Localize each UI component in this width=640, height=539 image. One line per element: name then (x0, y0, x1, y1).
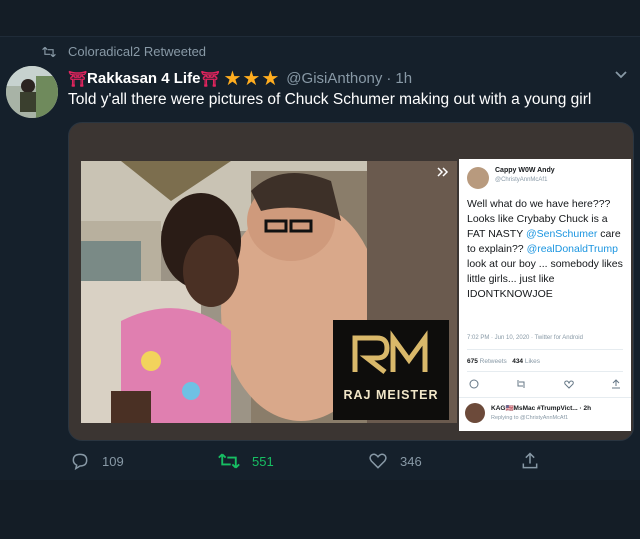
embedded-text: Well what do we have here??? Looks like … (467, 197, 627, 302)
tweet-actions: 109 551 346 (0, 451, 640, 475)
divider (467, 371, 623, 372)
retweet-icon (42, 46, 56, 57)
retweet-button[interactable]: 551 (218, 451, 274, 471)
watermark-brand: RAJ MEISTER (343, 388, 439, 402)
embedded-retweets-label: Retweets (479, 358, 507, 365)
top-bar (0, 0, 640, 36)
embedded-avatar (467, 167, 489, 189)
reply-icon (72, 453, 88, 471)
embedded-likes-label: Likes (524, 358, 541, 365)
torii-emoji: ⛩ (68, 70, 88, 88)
embedded-display-name: Cappy W0W Andy (495, 167, 555, 174)
chevron-down-icon[interactable] (614, 70, 628, 80)
watermark: RAJ MEISTER (333, 320, 449, 420)
like-count: 346 (400, 453, 422, 469)
tweet-text: Told y'all there were pictures of Chuck … (68, 91, 592, 108)
tweet-header: ⛩ Rakkasan 4 Life ⛩ ★★★ @GisiAnthony · 1… (68, 66, 412, 91)
embedded-likes-count: 434 (512, 358, 524, 365)
embedded-text-line: look at our boy ... somebody likes littl… (467, 258, 623, 300)
avatar[interactable] (6, 66, 58, 118)
embedded-tweet: Cappy W0W Andy @ChristyAnnMcAf1 Well wha… (459, 159, 631, 431)
divider (459, 397, 631, 398)
divider (467, 349, 623, 350)
embedded-stats: 675 Retweets 434 Likes (467, 358, 540, 365)
retweet-count: 551 (252, 453, 274, 469)
reply-avatar (465, 403, 485, 423)
star-emojis: ★★★ (223, 68, 281, 90)
embedded-retweets-count: 675 (467, 358, 478, 365)
reply-display-name: KAG🇺🇸MsMac #TrumpVict... (491, 405, 578, 412)
embedded-mention: @SenSchumer (525, 228, 598, 240)
double-chevron-right-icon (437, 167, 449, 177)
reply-context: Replying to @ChristyAnnMcAf1 (491, 415, 569, 421)
retweet-indicator: Coloradical2 Retweeted (42, 44, 206, 59)
reply-time: 2h (583, 405, 592, 412)
photo (81, 161, 367, 423)
reply-button[interactable]: 109 (70, 451, 124, 471)
tweet-media[interactable]: RAJ MEISTER Cappy W0W Andy @ChristyAnnMc… (68, 122, 634, 441)
share-icon (611, 379, 620, 389)
embedded-actions (469, 379, 621, 389)
display-name[interactable]: Rakkasan 4 Life (87, 70, 200, 87)
separator-dot: · (386, 70, 392, 87)
share-button[interactable] (520, 451, 552, 471)
retweet-icon (517, 380, 525, 388)
bottom-bar (0, 480, 640, 539)
reply-name: KAG🇺🇸MsMac #TrumpVict... · 2h (491, 405, 592, 412)
reply-icon (469, 379, 479, 389)
heart-icon (563, 380, 574, 389)
share-icon (522, 452, 538, 469)
timestamp[interactable]: 1h (395, 70, 412, 87)
embedded-timestamp: 7:02 PM · Jun 10, 2020 · Twitter for And… (467, 335, 583, 341)
retweet-icon (218, 453, 240, 469)
like-button[interactable]: 346 (368, 451, 422, 471)
embedded-handle: @ChristyAnnMcAf1 (495, 177, 548, 183)
torii-emoji: ⛩ (200, 70, 220, 88)
heart-icon (369, 453, 387, 469)
user-handle[interactable]: @GisiAnthony (286, 70, 382, 87)
watermark-logo (352, 330, 428, 374)
embedded-mention: @realDonaldTrump (526, 243, 618, 255)
reply-count: 109 (102, 453, 124, 469)
retweet-text[interactable]: Coloradical2 Retweeted (68, 44, 206, 59)
